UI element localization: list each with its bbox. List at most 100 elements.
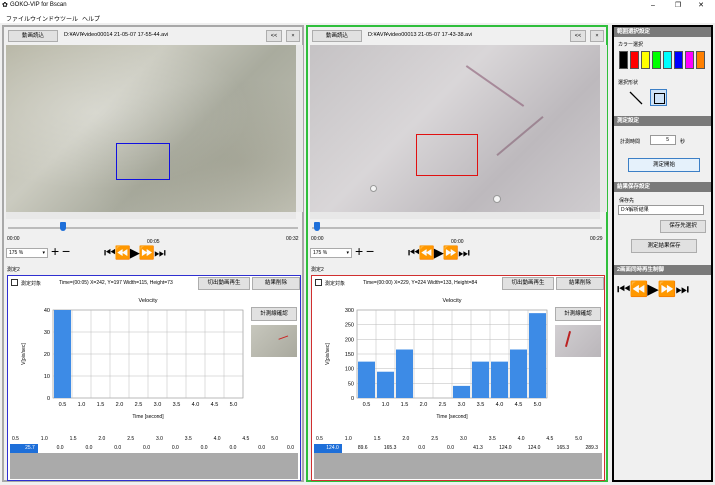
- close-icon[interactable]: ✕: [693, 0, 709, 12]
- color-swatch-3[interactable]: [652, 51, 661, 69]
- rewind-icon[interactable]: ⏪: [115, 245, 131, 260]
- table-value-cell[interactable]: 165.3: [544, 444, 572, 453]
- fast-forward-icon[interactable]: ⏩: [443, 245, 459, 260]
- color-swatch-2[interactable]: [641, 51, 650, 69]
- menu-tools[interactable]: ツール: [60, 14, 78, 23]
- color-swatch-6[interactable]: [685, 51, 694, 69]
- select-save-dest-button[interactable]: 保存先選択: [660, 220, 706, 233]
- table-value-cell[interactable]: 25.7: [10, 444, 38, 453]
- right-load-button[interactable]: 動画読込: [312, 30, 362, 42]
- left-close-button[interactable]: ×: [286, 30, 300, 42]
- right-zoom-in-icon[interactable]: +: [355, 244, 363, 258]
- fast-forward-icon[interactable]: ⏩: [139, 245, 155, 260]
- table-value-cell[interactable]: 0.0: [125, 444, 153, 453]
- table-value-cell[interactable]: 124.0: [314, 444, 342, 453]
- restore-icon[interactable]: ❐: [670, 0, 686, 12]
- table-value-cell[interactable]: 0.0: [39, 444, 67, 453]
- measure-time-label: 計測時間: [620, 139, 641, 145]
- table-value-cell[interactable]: 165.3: [372, 444, 400, 453]
- right-video-view[interactable]: [310, 45, 600, 212]
- line-shape-icon[interactable]: [628, 90, 644, 106]
- rewind-icon[interactable]: ⏪: [419, 245, 435, 260]
- right-confirm-line-button[interactable]: 計測線確認: [555, 307, 601, 321]
- menu-window[interactable]: ウインドウ: [30, 14, 60, 23]
- table-value-cell[interactable]: 124.0: [487, 444, 515, 453]
- measure-time-input[interactable]: 5: [650, 135, 676, 145]
- table-value-cell[interactable]: 0.0: [269, 444, 297, 453]
- skip-start-icon[interactable]: ⏮: [617, 281, 630, 298]
- play-icon[interactable]: ▶: [434, 245, 444, 260]
- left-clip-play-button[interactable]: 切出動画再生: [198, 277, 250, 290]
- skip-end-icon[interactable]: ⏭: [675, 281, 688, 298]
- table-value-cell[interactable]: 289.3: [573, 444, 601, 453]
- skip-end-icon[interactable]: ⏭: [458, 245, 470, 260]
- color-swatch-0[interactable]: [619, 51, 628, 69]
- selection-rectangle[interactable]: [416, 134, 478, 176]
- color-swatch-7[interactable]: [696, 51, 705, 69]
- play-icon[interactable]: ▶: [647, 281, 659, 298]
- measurement-settings-header: 測定設定: [614, 116, 711, 126]
- right-target-checkbox[interactable]: [315, 279, 322, 286]
- table-value-cell[interactable]: 0.0: [183, 444, 211, 453]
- right-seek-thumb[interactable]: [314, 222, 320, 231]
- y-tick-label: 300: [345, 308, 354, 314]
- skip-end-icon[interactable]: ⏭: [154, 245, 166, 260]
- right-zoom-select[interactable]: 175 % ▾: [310, 248, 352, 258]
- left-seek-track[interactable]: [8, 227, 298, 229]
- skip-start-icon[interactable]: ⏮: [104, 245, 116, 260]
- skip-start-icon[interactable]: ⏮: [408, 245, 420, 260]
- selection-rectangle[interactable]: [116, 143, 170, 180]
- left-hscrollbar[interactable]: [6, 212, 296, 219]
- minimize-icon[interactable]: –: [645, 0, 661, 12]
- table-value-cell[interactable]: 41.3: [458, 444, 486, 453]
- right-seek-track[interactable]: [312, 227, 602, 229]
- left-delete-result-button[interactable]: 結果削除: [252, 277, 300, 290]
- start-measurement-button[interactable]: 測定開始: [628, 158, 700, 172]
- right-clip-play-button[interactable]: 切出動画再生: [502, 277, 554, 290]
- save-path-input[interactable]: D:¥解析結果: [618, 205, 704, 215]
- table-value-cell[interactable]: 0.0: [96, 444, 124, 453]
- title-bar: ✿ GOKO-VIP for Bscan – ❐ ✕: [0, 0, 715, 12]
- right-delete-result-button[interactable]: 結果削除: [556, 277, 604, 290]
- table-value-cell[interactable]: 0.0: [240, 444, 268, 453]
- color-swatch-4[interactable]: [663, 51, 672, 69]
- left-load-button[interactable]: 動画読込: [8, 30, 58, 42]
- table-value-cell[interactable]: 89.6: [343, 444, 371, 453]
- rectangle-shape-icon[interactable]: [650, 89, 667, 106]
- range-settings-header: 範囲選択設定: [614, 27, 711, 37]
- sync-playback-controls: ⏮⏪▶⏩⏭: [617, 281, 689, 298]
- left-collapse-button[interactable]: <<: [266, 30, 282, 42]
- left-target-checkbox[interactable]: [11, 279, 18, 286]
- left-confirm-line-button[interactable]: 計測線確認: [251, 307, 297, 321]
- right-hscrollbar[interactable]: [310, 212, 600, 219]
- left-video-view[interactable]: [6, 45, 296, 212]
- table-value-cell[interactable]: 124.0: [516, 444, 544, 453]
- color-swatch-5[interactable]: [674, 51, 683, 69]
- table-value-cell[interactable]: 0.0: [212, 444, 240, 453]
- table-value-cell[interactable]: 0.0: [154, 444, 182, 453]
- left-vscrollbar[interactable]: [296, 45, 303, 212]
- play-icon[interactable]: ▶: [130, 245, 140, 260]
- rewind-icon[interactable]: ⏪: [630, 281, 649, 298]
- save-results-button[interactable]: 測定結果保存: [631, 239, 697, 253]
- save-dest-label: 保存先: [619, 198, 635, 204]
- left-zoom-in-icon[interactable]: +: [51, 244, 59, 258]
- table-header-cell: 4.0: [213, 436, 221, 442]
- left-zoom-select[interactable]: 175 % ▾: [6, 248, 48, 258]
- left-seek-thumb[interactable]: [60, 222, 66, 231]
- right-close-button[interactable]: ×: [590, 30, 604, 42]
- left-zoom-out-icon[interactable]: −: [62, 244, 70, 258]
- table-header-cell: 0.5: [316, 436, 323, 442]
- right-rect-info: Time=(00:00) X=229, Y=224 Width=133, Hei…: [363, 280, 478, 286]
- menu-help[interactable]: ヘルプ: [82, 14, 100, 23]
- right-vscrollbar[interactable]: [600, 45, 607, 212]
- right-collapse-button[interactable]: <<: [570, 30, 586, 42]
- color-swatch-1[interactable]: [630, 51, 639, 69]
- table-value-cell[interactable]: 0.0: [400, 444, 428, 453]
- right-zoom-out-icon[interactable]: −: [366, 244, 374, 258]
- table-value-cell[interactable]: 0.0: [68, 444, 96, 453]
- bar: [453, 385, 470, 398]
- menu-file[interactable]: ファイル: [6, 14, 30, 23]
- fast-forward-icon[interactable]: ⏩: [658, 281, 677, 298]
- table-value-cell[interactable]: 0.0: [429, 444, 457, 453]
